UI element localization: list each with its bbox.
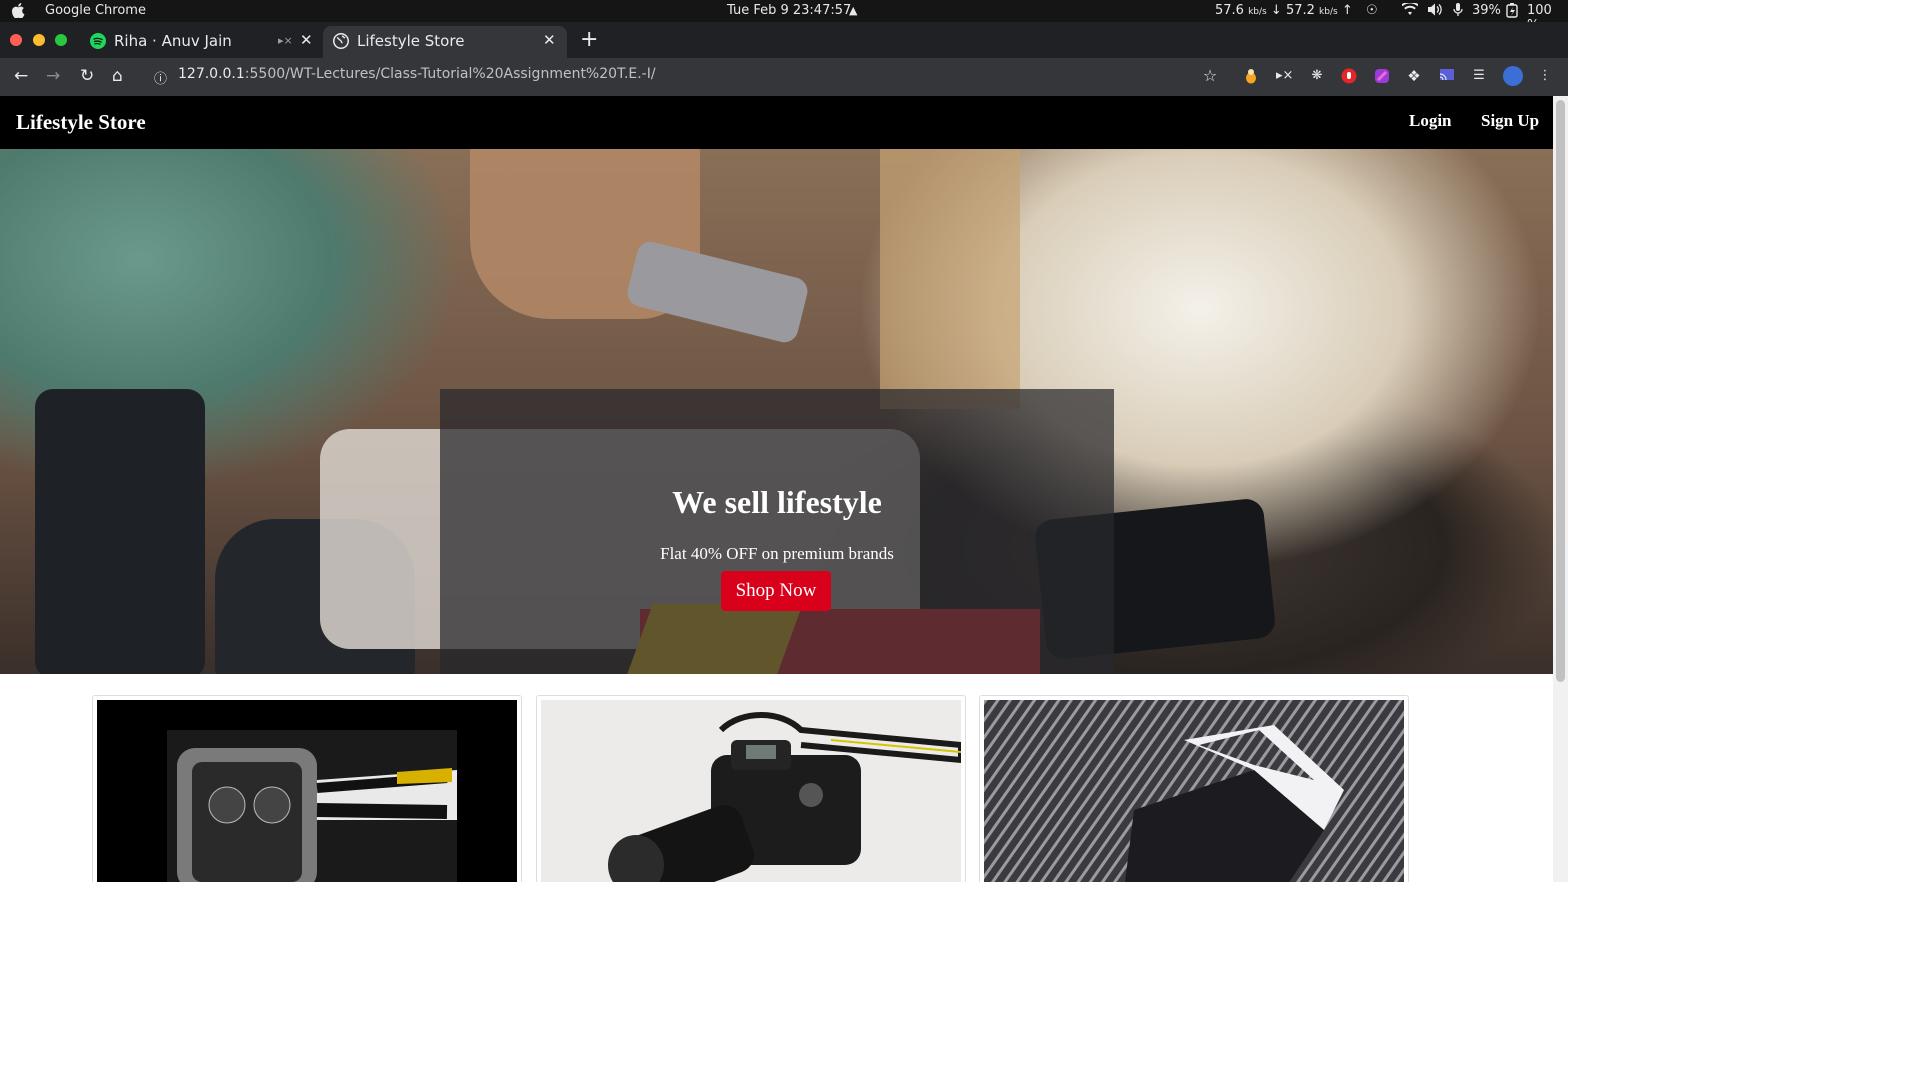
home-icon[interactable]: ⌂ (112, 66, 123, 86)
scarf-shape (880, 149, 1020, 409)
url-host: 127.0.0.1 (178, 66, 245, 82)
product-image-camera[interactable] (541, 700, 961, 882)
address-bar[interactable]: 127.0.0.1:5500/WT-Lectures/Class-Tutoria… (178, 66, 656, 82)
tab-riha[interactable]: Riha · Anuv Jain ▸× ✕ (80, 26, 320, 58)
tab-title: Lifestyle Store (357, 32, 465, 50)
react-devtools-icon[interactable]: ❋ (1309, 68, 1325, 84)
close-tab-icon[interactable]: ✕ (543, 31, 556, 49)
site-info-icon[interactable]: ⓘ (154, 68, 167, 87)
banner-heading: We sell lifestyle (672, 484, 882, 520)
tab-mute-icon[interactable]: ▸× (1276, 68, 1293, 84)
product-card[interactable] (536, 695, 966, 882)
hero-banner-panel: We sell lifestyle Flat 40% OFF on premiu… (440, 389, 1114, 674)
camera-lens-shape (35, 389, 205, 674)
tab-title: Riha · Anuv Jain (114, 32, 232, 50)
web-page: Lifestyle Store Login Sign Up We sell li… (0, 96, 1553, 882)
extensions-puzzle-icon[interactable]: ❖ (1406, 68, 1422, 84)
browser-tab-strip: Riha · Anuv Jain ▸× ✕ Lifestyle Store ✕ … (0, 22, 1568, 58)
close-window-button[interactable] (10, 34, 22, 46)
product-card[interactable] (92, 695, 522, 882)
os-menu-bar: Google Chrome Tue Feb 9 23:47:57 ▲ 57.6 … (0, 0, 1568, 33)
upload-speed: 57.2 (1285, 3, 1315, 18)
volume-icon[interactable] (1428, 3, 1442, 20)
system-clock[interactable]: Tue Feb 9 23:47:57 (727, 3, 851, 18)
minimize-window-button[interactable] (33, 34, 45, 46)
shop-now-button[interactable]: Shop Now (721, 571, 831, 611)
signup-link[interactable]: Sign Up (1481, 111, 1539, 131)
hero-banner-image: We sell lifestyle Flat 40% OFF on premiu… (0, 149, 1553, 674)
muted-audio-icon[interactable]: ▸× (278, 34, 293, 47)
site-brand[interactable]: Lifestyle Store (16, 110, 146, 135)
extension-purple-icon[interactable] (1374, 68, 1390, 84)
scrollbar-thumb[interactable] (1556, 100, 1565, 682)
volume-level: 39% (1472, 3, 1501, 18)
download-speed: 57.6 (1215, 3, 1244, 18)
network-speed: 57.6 kb/s ↓ 57.2 kb/s ↑ (1215, 3, 1353, 18)
product-card[interactable] (979, 695, 1409, 882)
login-link[interactable]: Login (1409, 111, 1452, 131)
bell-icon[interactable]: ▲ (849, 4, 857, 17)
browser-toolbar: ← → ↻ ⌂ ⓘ 127.0.0.1:5500/WT-Lectures/Cla… (0, 58, 1568, 96)
extension-orange-icon[interactable] (1243, 68, 1259, 84)
new-tab-button[interactable]: + (580, 27, 598, 52)
smartphone-shape (624, 238, 811, 346)
apple-icon[interactable] (11, 3, 25, 18)
profile-avatar[interactable] (1503, 66, 1523, 86)
upload-arrow-icon: ↑ (1341, 3, 1353, 18)
spotify-icon (90, 33, 106, 49)
accessibility-icon[interactable]: ☉ (1366, 3, 1378, 18)
more-menu-icon[interactable]: ⋮ (1537, 68, 1553, 84)
product-image-shirt[interactable] (984, 700, 1404, 882)
extension-red-hand-icon[interactable] (1341, 68, 1357, 84)
battery-icon[interactable] (1506, 3, 1518, 22)
active-app-name[interactable]: Google Chrome (45, 3, 146, 18)
site-navbar: Lifestyle Store Login Sign Up (0, 96, 1553, 149)
reload-icon[interactable]: ↻ (80, 66, 94, 86)
back-icon[interactable]: ← (14, 66, 28, 86)
product-image-watch[interactable] (97, 700, 517, 882)
cast-icon[interactable] (1439, 68, 1455, 84)
bookmark-star-icon[interactable]: ☆ (1202, 68, 1218, 84)
tab-lifestyle-store[interactable]: Lifestyle Store ✕ (323, 26, 567, 58)
url-path: :5500/WT-Lectures/Class-Tutorial%20Assig… (244, 66, 656, 82)
maximize-window-button[interactable] (55, 34, 67, 46)
close-tab-icon[interactable]: ✕ (300, 31, 313, 49)
download-arrow-icon: ↓ (1270, 3, 1282, 18)
globe-icon (333, 33, 349, 49)
page-scrollbar[interactable] (1553, 96, 1568, 882)
banner-subtext: Flat 40% OFF on premium brands (660, 544, 894, 563)
wifi-icon[interactable] (1401, 1, 1419, 20)
upload-unit: kb/s (1319, 7, 1338, 17)
forward-icon[interactable]: → (46, 66, 60, 86)
download-unit: kb/s (1248, 7, 1267, 17)
media-queue-icon[interactable]: ☰ (1471, 68, 1487, 84)
microphone-icon[interactable] (1453, 3, 1463, 21)
